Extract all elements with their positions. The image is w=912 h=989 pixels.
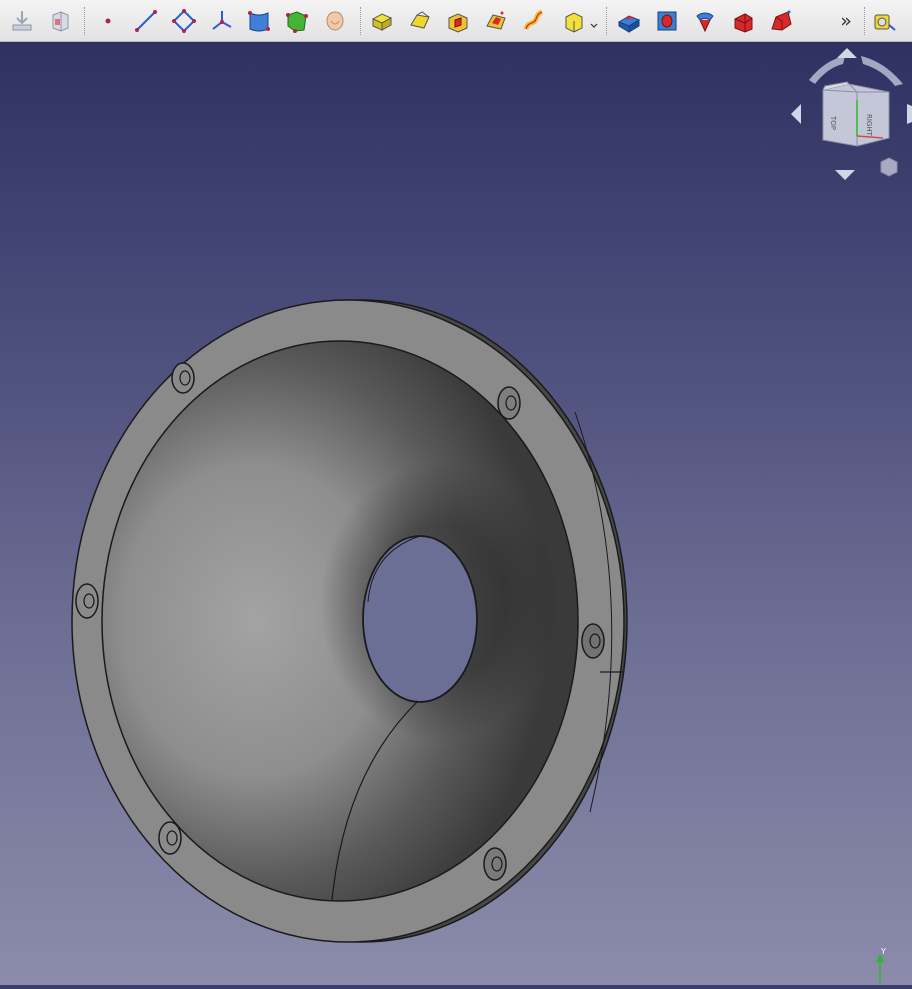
toolbar-separator [864, 7, 866, 35]
cube-face-top-label: TOP [829, 115, 837, 130]
additive-loft-icon[interactable] [406, 7, 434, 35]
horn-flange-model[interactable] [0, 42, 912, 985]
import-icon[interactable] [8, 7, 36, 35]
navigation-cube[interactable]: TOP RIGHT [785, 44, 912, 184]
binder-icon[interactable] [46, 7, 74, 35]
subshape-binder-icon[interactable] [208, 7, 236, 35]
toolbar-overflow-button[interactable]: » [836, 8, 856, 34]
revolution-icon[interactable] [691, 7, 719, 35]
filled-face-icon[interactable] [283, 7, 311, 35]
toolbar-separator [84, 7, 86, 35]
ruled-surface-icon[interactable] [245, 7, 273, 35]
mounting-hole [497, 386, 521, 420]
primitives-dropdown-icon[interactable] [562, 7, 600, 35]
mounting-hole [75, 583, 99, 619]
toolbar-separator [606, 7, 608, 35]
pocket-icon[interactable] [444, 7, 472, 35]
mounting-hole [581, 623, 605, 659]
chamfer-icon[interactable] [729, 7, 757, 35]
subtractive-loft-icon[interactable] [482, 7, 510, 35]
throat-hole [362, 535, 478, 703]
3d-viewport[interactable] [0, 42, 912, 985]
mounting-hole [158, 821, 182, 855]
pan-left-arrow[interactable] [791, 104, 801, 124]
cube-face-right-label: RIGHT [865, 114, 873, 137]
additive-box-icon[interactable] [368, 7, 396, 35]
view-cube[interactable]: TOP RIGHT [822, 81, 890, 147]
axis-y-label: Y [880, 947, 886, 956]
axis-cross: Y z [850, 944, 900, 987]
view-menu-cube-icon[interactable] [880, 157, 898, 177]
pan-down-arrow[interactable] [835, 170, 855, 180]
mounting-hole [171, 362, 195, 394]
draft-icon[interactable] [767, 7, 795, 35]
part-design-toolbar: » [0, 0, 912, 42]
point-icon[interactable] [94, 7, 122, 35]
sweep-icon[interactable] [520, 7, 548, 35]
shell-icon[interactable] [321, 7, 349, 35]
rotate-left-arrow[interactable] [809, 56, 845, 84]
toolbar-separator [360, 7, 362, 35]
pan-right-arrow[interactable] [907, 104, 912, 124]
hole-icon[interactable] [653, 7, 681, 35]
line-icon[interactable] [132, 7, 160, 35]
wire-icon[interactable] [170, 7, 198, 35]
measure-icon[interactable] [871, 7, 899, 35]
rotate-right-arrow[interactable] [861, 56, 903, 86]
mounting-hole [483, 847, 507, 881]
fillet-icon[interactable] [615, 7, 643, 35]
pan-up-arrow[interactable] [837, 48, 857, 58]
